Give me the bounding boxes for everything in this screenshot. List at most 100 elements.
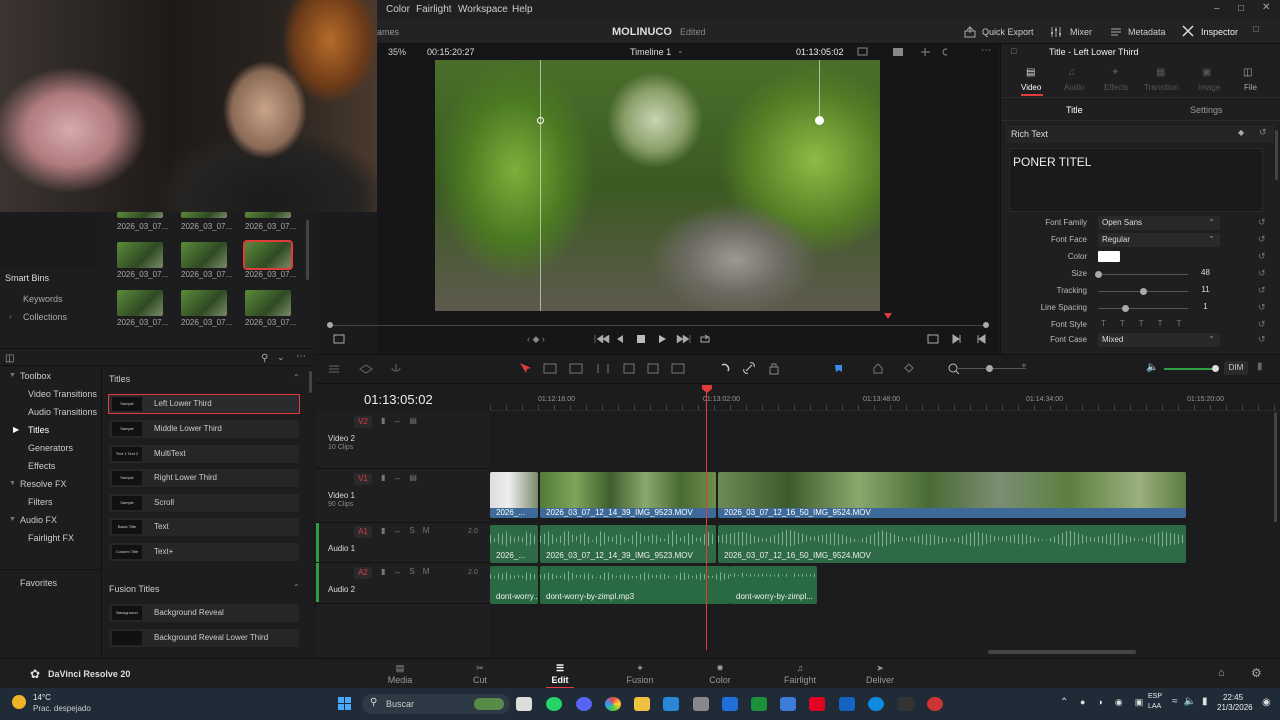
meter-icon[interactable]: ▮	[1257, 361, 1263, 372]
search-icon[interactable]: ⚲	[261, 353, 268, 364]
page-deliver[interactable]: ➤ Deliver	[850, 661, 910, 687]
reset-icon[interactable]: ↺	[1258, 302, 1266, 313]
music-clip[interactable]: dont-worry-by-zimpl.mp3	[540, 566, 730, 604]
track-id-a1[interactable]: A1	[354, 526, 372, 538]
outlook-icon[interactable]	[839, 697, 855, 711]
home-icon[interactable]: ⌂	[1218, 667, 1225, 679]
menu-workspace[interactable]: Workspace	[458, 4, 508, 15]
clock-date[interactable]: 21/3/2026	[1217, 703, 1253, 712]
whatsapp-icon[interactable]	[546, 697, 562, 711]
media-clip-thumbnail-selected[interactable]	[243, 240, 293, 270]
transform-handle[interactable]	[815, 116, 824, 125]
speaker-icon[interactable]: 🔈	[1146, 362, 1158, 373]
tab-audio[interactable]: Audio	[1064, 83, 1084, 92]
tree-toolbox[interactable]: Toolbox	[20, 371, 51, 381]
tracking-value[interactable]: 11	[1191, 285, 1220, 294]
tree-resolve-fx[interactable]: Resolve FX	[20, 479, 67, 489]
menu-fairlight[interactable]: Fairlight	[416, 4, 452, 15]
video-clip[interactable]: 2026_...	[490, 472, 538, 518]
title-item[interactable]: Sample Scroll	[109, 494, 299, 512]
slider-knob[interactable]	[1212, 365, 1219, 372]
tree-fairlight-fx[interactable]: Fairlight FX	[28, 533, 74, 543]
media-clip-thumbnail[interactable]	[245, 290, 291, 316]
line-spacing-value[interactable]: 1	[1191, 302, 1220, 311]
tracking-slider[interactable]	[1098, 288, 1188, 295]
scrub-out-handle[interactable]	[983, 322, 989, 328]
language-1[interactable]: ESP	[1148, 693, 1162, 700]
subtab-settings[interactable]: Settings	[1190, 105, 1223, 115]
color-swatch[interactable]	[1098, 251, 1120, 262]
language-2[interactable]: LAA	[1148, 703, 1161, 710]
slider-knob[interactable]	[1095, 271, 1102, 278]
library-scrollbar[interactable]	[309, 371, 312, 393]
tree-filters[interactable]: Filters	[28, 497, 53, 507]
more-icon[interactable]: ⋯	[981, 45, 991, 56]
chevron-down-icon[interactable]: ▼	[9, 516, 16, 523]
viewer-right-icons[interactable]	[927, 334, 987, 344]
title-item[interactable]: Sample Right Lower Third	[109, 469, 299, 487]
subtab-title[interactable]: Title	[1066, 105, 1083, 115]
zoom-level[interactable]: 35%	[388, 47, 406, 57]
timeline-vscrollbar[interactable]	[1274, 412, 1277, 522]
expand-icon[interactable]: □	[1253, 24, 1259, 35]
weather-temp[interactable]: 14°C	[33, 693, 51, 702]
dim-button[interactable]: DIM	[1224, 361, 1248, 375]
title-item[interactable]: Basic Title Text	[109, 518, 299, 536]
file-explorer-icon[interactable]	[634, 697, 650, 711]
track-id-v2[interactable]: V2	[354, 416, 372, 428]
inspector-toggle-icon[interactable]: □	[1011, 46, 1016, 56]
reset-icon[interactable]: ↺	[1258, 334, 1266, 345]
chevron-down-icon[interactable]: ⌄	[277, 352, 285, 363]
time-ruler[interactable]: 01:12:16:00 01:13:02:00 01:13:48:00 01:1…	[490, 385, 1280, 411]
copilot-icon[interactable]	[605, 697, 621, 711]
tab-video[interactable]: Video	[1021, 83, 1041, 92]
jog-control[interactable]: ‹ ◆ ›	[527, 334, 545, 345]
track-id-v1[interactable]: V1	[354, 473, 372, 485]
more-icon[interactable]: ⋯	[296, 351, 306, 362]
audio-clip[interactable]: 2026_03_07_12_16_50_IMG_9524.MOV	[718, 525, 1186, 563]
video-clip[interactable]: 2026_03_07_12_16_50_IMG_9524.MOV	[718, 472, 1186, 518]
notification-icon[interactable]: ◉	[1262, 697, 1271, 708]
audio-clip[interactable]: 2026_03_07_12_14_39_IMG_9523.MOV	[540, 525, 716, 563]
audio-clip[interactable]: 2026_...	[490, 525, 538, 563]
music-clip[interactable]: dont-worry-by-zimpl...	[730, 566, 817, 604]
chevron-up-icon[interactable]: ⌃	[1060, 697, 1068, 708]
smart-bin-collections[interactable]: Collections	[23, 312, 67, 322]
video-clip[interactable]: 2026_03_07_12_14_39_IMG_9523.MOV	[540, 472, 716, 518]
size-slider[interactable]	[1095, 271, 1188, 278]
timeline-scrollbar[interactable]	[988, 650, 1136, 654]
page-media[interactable]: ▤ Media	[370, 661, 430, 687]
page-fairlight[interactable]: ♫ Fairlight	[770, 661, 830, 687]
scrub-bar[interactable]	[332, 325, 988, 326]
music-clip[interactable]: dont-worry...	[490, 566, 538, 604]
inspector-button[interactable]: Inspector	[1201, 27, 1238, 37]
pool-scrollbar[interactable]	[306, 220, 309, 280]
tree-generators[interactable]: Generators	[28, 443, 73, 453]
windows-start-icon[interactable]	[338, 697, 352, 711]
flag-marker-icons[interactable]	[833, 363, 983, 375]
reset-icon[interactable]: ↺	[1259, 127, 1267, 138]
title-item-selected[interactable]: Sample Left Lower Third	[108, 394, 300, 414]
inspector-scrollbar[interactable]	[1275, 130, 1278, 180]
timeline-selector[interactable]: Timeline 1	[630, 47, 671, 57]
page-fusion[interactable]: ✦ Fusion	[610, 661, 670, 687]
reset-icon[interactable]: ↺	[1258, 217, 1266, 228]
close-icon[interactable]: ✕	[1262, 2, 1270, 13]
scrub-playhead[interactable]	[884, 313, 892, 319]
tab-effects[interactable]: Effects	[1104, 83, 1128, 92]
chevron-right-icon[interactable]: ›	[9, 312, 12, 321]
collapse-icon[interactable]: ⌃	[293, 583, 300, 592]
size-value[interactable]: 48	[1191, 268, 1220, 277]
font-face-select[interactable]: Regular	[1098, 231, 1220, 247]
tree-favorites[interactable]: Favorites	[20, 578, 57, 588]
slider-knob[interactable]	[1140, 288, 1147, 295]
rich-text-input[interactable]: PONER TITEL	[1009, 148, 1263, 212]
xbox-icon[interactable]	[751, 697, 767, 711]
chevron-down-icon[interactable]: ▼	[9, 480, 16, 487]
zoom-slider[interactable]	[956, 365, 1026, 372]
reset-icon[interactable]: ↺	[1258, 285, 1266, 296]
smart-bin-keywords[interactable]: Keywords	[23, 294, 63, 304]
collapse-icon[interactable]: ⌃	[293, 373, 300, 382]
tab-transition[interactable]: Transition	[1144, 83, 1179, 92]
font-case-select[interactable]: Mixed	[1098, 331, 1220, 347]
